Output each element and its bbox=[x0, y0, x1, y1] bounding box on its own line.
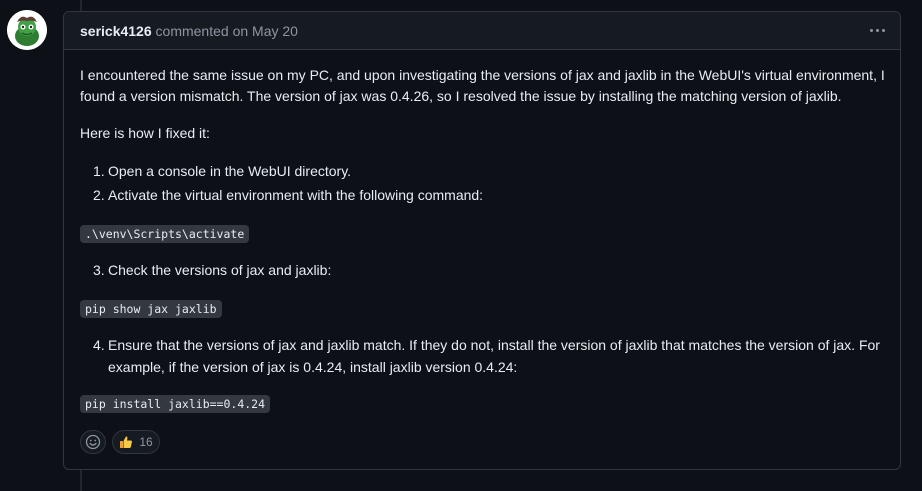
thumbs-up-count: 16 bbox=[139, 435, 153, 449]
code-block: .\venv\Scripts\activate bbox=[80, 223, 250, 244]
avatar[interactable] bbox=[7, 10, 47, 50]
avatar-image bbox=[7, 10, 47, 50]
smiley-icon bbox=[85, 434, 101, 450]
paragraph-how: Here is how I fixed it: bbox=[80, 125, 210, 141]
list-item-text: Open a console in the WebUI directory. bbox=[108, 163, 352, 179]
list-number: 2. bbox=[93, 187, 105, 203]
kebab-dot bbox=[869, 28, 873, 32]
list-item: 1. Open a console in the WebUI directory… bbox=[93, 160, 878, 182]
code-snippet: .\venv\Scripts\activate bbox=[80, 225, 250, 243]
list-item: 4. Ensure that the versions of jax and j… bbox=[93, 334, 882, 378]
kebab-dot bbox=[881, 28, 885, 32]
thumbs-up-reaction-button[interactable]: 16 bbox=[112, 430, 160, 454]
list-item: 3. Check the versions of jax and jaxlib: bbox=[93, 259, 878, 281]
author-link[interactable]: serick4126 bbox=[80, 23, 152, 39]
comment-header-text: serick4126 commented on May 20 bbox=[80, 23, 298, 39]
paragraph-intro: I encountered the same issue on my PC, a… bbox=[80, 67, 885, 104]
add-reaction-button[interactable] bbox=[80, 430, 106, 454]
list-item-text: Activate the virtual environment with th… bbox=[108, 187, 484, 203]
comment-box: serick4126 commented on May 20 I encount… bbox=[63, 11, 901, 470]
list-number: 4. bbox=[93, 337, 105, 353]
code-snippet: pip show jax jaxlib bbox=[80, 300, 222, 318]
comment-header: serick4126 commented on May 20 bbox=[64, 12, 900, 50]
code-snippet: pip install jaxlib==0.4.24 bbox=[80, 395, 271, 413]
kebab-dot bbox=[875, 28, 879, 32]
list-item-text: Check the versions of jax and jaxlib: bbox=[108, 262, 332, 278]
comment-date[interactable]: May 20 bbox=[252, 23, 298, 39]
list-item-text: Ensure that the versions of jax and jaxl… bbox=[108, 337, 880, 375]
kebab-horizontal-icon[interactable] bbox=[866, 20, 888, 40]
comment-action: commented on bbox=[155, 23, 249, 39]
code-block: pip install jaxlib==0.4.24 bbox=[80, 393, 271, 414]
list-number: 3. bbox=[93, 262, 105, 278]
list-item: 2. Activate the virtual environment with… bbox=[93, 184, 878, 206]
list-number: 1. bbox=[93, 163, 105, 179]
code-block: pip show jax jaxlib bbox=[80, 298, 222, 319]
comment-body: I encountered the same issue on my PC, a… bbox=[80, 65, 886, 413]
reactions-bar: 16 bbox=[80, 430, 160, 454]
thumbs-up-icon bbox=[120, 436, 133, 448]
